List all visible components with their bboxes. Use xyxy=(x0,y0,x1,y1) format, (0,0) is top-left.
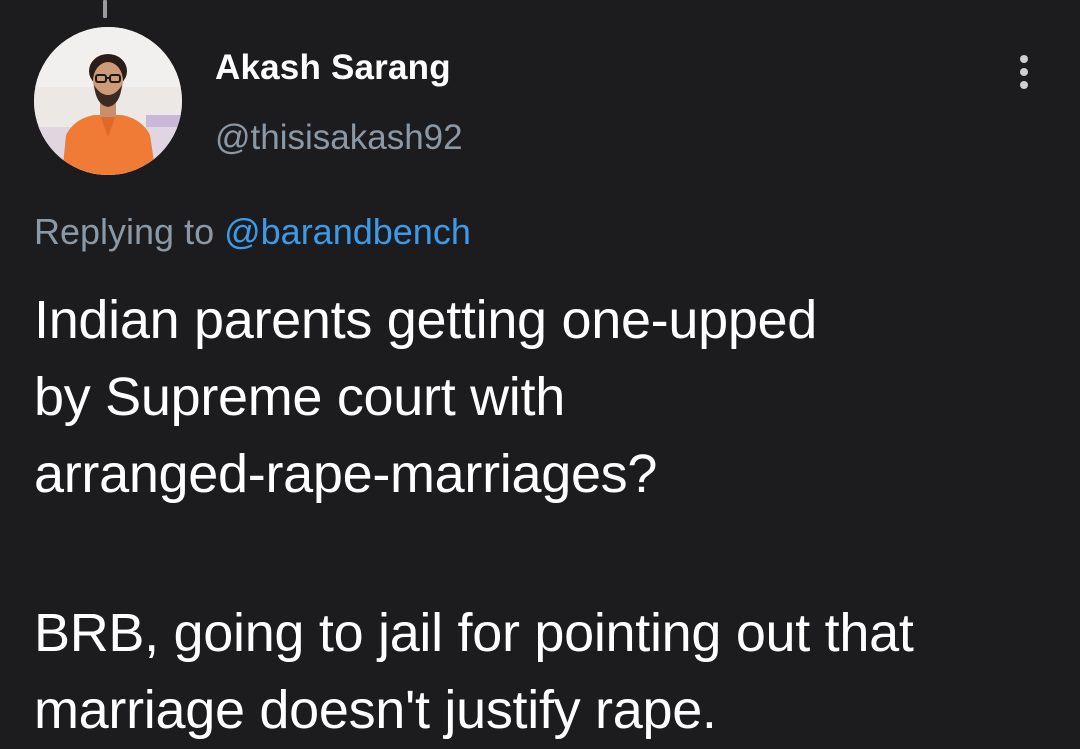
reply-context: Replying to @barandbench xyxy=(34,211,471,253)
more-options-icon[interactable] xyxy=(1006,48,1042,96)
tweet-paragraph: Indian parents getting one-upped by Supr… xyxy=(34,290,818,504)
reply-mention-link[interactable]: @barandbench xyxy=(224,211,471,252)
reply-context-prefix: Replying to xyxy=(34,211,225,252)
avatar[interactable] xyxy=(34,27,182,175)
author-display-name[interactable]: Akash Sarang xyxy=(215,48,451,88)
tweet-text: Indian parents getting one-upped by Supr… xyxy=(34,282,1064,749)
tweet-paragraph: BRB, going to jail for pointing out that… xyxy=(34,603,914,740)
author-handle[interactable]: @thisisakash92 xyxy=(215,118,463,158)
profile-photo-icon xyxy=(34,27,182,175)
menu-dot xyxy=(1020,81,1028,89)
menu-dot xyxy=(1020,68,1028,76)
thread-connector-line xyxy=(103,0,107,18)
menu-dot xyxy=(1020,55,1028,63)
